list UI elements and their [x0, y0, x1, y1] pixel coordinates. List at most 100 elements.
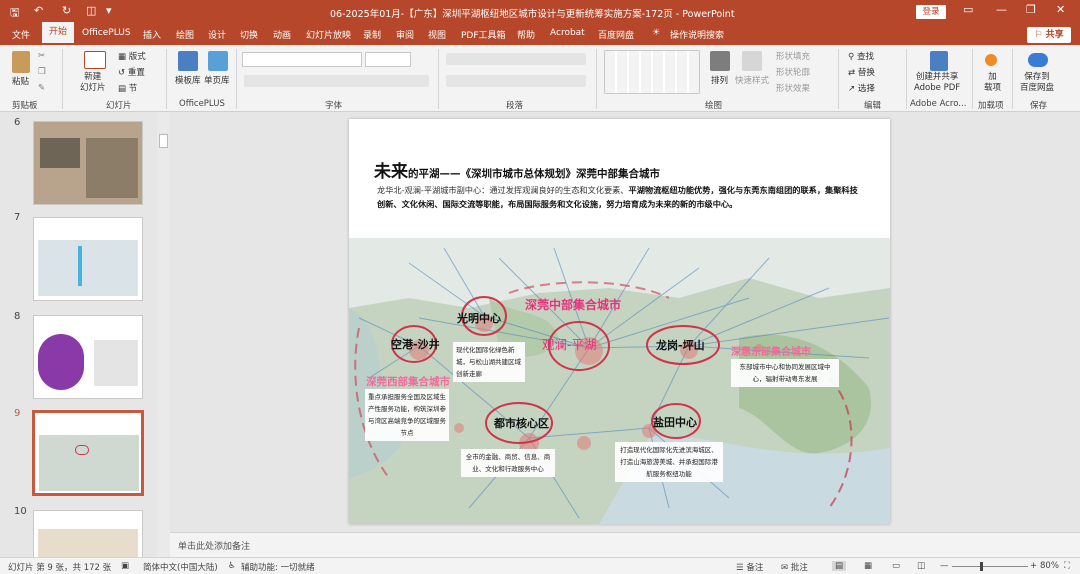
- zoom-in-icon[interactable]: +: [1030, 561, 1037, 571]
- west-cluster-desc[interactable]: 重点承担服务全国及区域生产性服务功能，构筑深圳参与湾区高端竞争的区域服务节点: [365, 389, 449, 441]
- notes-pane[interactable]: 单击此处添加备注: [170, 532, 1080, 557]
- konggang-shajing-label[interactable]: 空港-沙井: [391, 336, 440, 352]
- ribbon-display-icon[interactable]: ▭: [963, 3, 973, 16]
- thumbnail-slide-6[interactable]: [33, 121, 143, 205]
- shape-fill-button[interactable]: 形状填充: [776, 50, 810, 62]
- quick-style-button[interactable]: 快速样式: [735, 74, 769, 86]
- tab-transitions[interactable]: 切换: [240, 28, 258, 41]
- tab-review[interactable]: 审阅: [396, 28, 414, 41]
- quick-style-icon[interactable]: [742, 51, 762, 71]
- font-size-combo[interactable]: [365, 52, 411, 67]
- reset-button[interactable]: ↺ 重置: [118, 66, 145, 78]
- dushi-core-desc[interactable]: 全市的金融、商贸、信息、商业、文化和行政服务中心: [461, 449, 555, 477]
- dushi-core-label[interactable]: 都市核心区: [494, 415, 549, 431]
- longgang-pingshan-label[interactable]: 龙岗-坪山: [656, 337, 705, 353]
- reading-view-icon[interactable]: ▭: [892, 561, 900, 571]
- slide-title[interactable]: 未来的平湖——《深圳市城市总体规划》深莞中部集合城市: [374, 157, 660, 182]
- notes-placeholder[interactable]: 单击此处添加备注: [178, 539, 250, 552]
- close-icon[interactable]: ✕: [1056, 3, 1065, 16]
- zoom-level[interactable]: 80%: [1040, 561, 1059, 571]
- thumbnail-slide-8[interactable]: [33, 315, 143, 399]
- slide-sorter-icon[interactable]: ▦: [864, 561, 872, 571]
- slideshow-icon[interactable]: ◫: [917, 561, 925, 571]
- new-slide-button[interactable]: 新建 幻灯片: [80, 72, 106, 94]
- tab-baidu[interactable]: 百度网盘: [598, 28, 634, 41]
- yantian-desc[interactable]: 打造现代化国际化先进滨海城区、打造山海旅游美城、并承担国际港航服务枢纽功能: [615, 442, 723, 482]
- font-format-buttons[interactable]: [244, 75, 429, 87]
- planning-map[interactable]: 深莞中部集合城市 观澜-平湖 光明中心 现代化国际化绿色新城，与松山湖共建区域创…: [349, 238, 890, 524]
- zoom-slider-thumb[interactable]: [980, 562, 983, 571]
- thumbnail-scrollbar[interactable]: [157, 112, 170, 557]
- list-buttons[interactable]: [446, 53, 586, 65]
- tab-design[interactable]: 设计: [208, 28, 226, 41]
- tab-insert[interactable]: 插入: [143, 28, 161, 41]
- align-buttons[interactable]: [446, 75, 586, 87]
- font-name-combo[interactable]: [242, 52, 362, 67]
- create-pdf-icon[interactable]: [930, 51, 948, 71]
- paste-button[interactable]: 粘贴: [12, 75, 29, 87]
- single-page-button[interactable]: 单页库: [204, 74, 230, 86]
- single-page-icon[interactable]: [208, 51, 228, 71]
- comments-button[interactable]: ✉ 批注: [781, 561, 808, 573]
- customize-qat-icon[interactable]: ▾: [106, 4, 112, 17]
- add-ins-button[interactable]: 加 载项: [984, 72, 1001, 94]
- replace-button[interactable]: ⇄ 替换: [848, 66, 875, 78]
- save-to-baidu-button[interactable]: 保存到 百度网盘: [1020, 72, 1054, 94]
- baidu-cloud-icon[interactable]: [1028, 53, 1048, 67]
- tab-slideshow[interactable]: 幻灯片放映: [306, 28, 351, 41]
- template-library-button[interactable]: 模板库: [175, 74, 201, 86]
- find-button[interactable]: ⚲ 查找: [848, 50, 874, 62]
- arrange-button[interactable]: 排列: [711, 74, 728, 86]
- tab-acrobat[interactable]: Acrobat: [550, 28, 585, 38]
- new-slide-icon[interactable]: [84, 51, 106, 69]
- zoom-out-icon[interactable]: —: [940, 561, 949, 571]
- tab-record[interactable]: 录制: [363, 28, 381, 41]
- notes-button[interactable]: ☰ 备注: [736, 561, 763, 573]
- section-button[interactable]: ▤ 节: [118, 82, 137, 94]
- tab-draw[interactable]: 绘图: [176, 28, 194, 41]
- scroll-thumb[interactable]: [159, 134, 168, 148]
- cut-icon[interactable]: ✂: [38, 51, 45, 61]
- redo-icon[interactable]: ↻: [62, 4, 71, 17]
- tab-pdf-toolbox[interactable]: PDF工具箱: [461, 28, 506, 41]
- yantian-label[interactable]: 盐田中心: [653, 414, 697, 430]
- create-pdf-button[interactable]: 创建并共享 Adobe PDF: [914, 72, 960, 94]
- shape-outline-button[interactable]: 形状轮廓: [776, 66, 810, 78]
- tab-home[interactable]: 开始: [42, 22, 74, 43]
- accessibility-status[interactable]: 辅助功能: 一切就绪: [241, 561, 315, 573]
- guangming-label[interactable]: 光明中心: [457, 310, 501, 326]
- guangming-desc[interactable]: 现代化国际化绿色新城，与松山湖共建区域创新走廊: [453, 342, 525, 382]
- slide-body-text[interactable]: 龙华北-观澜-平湖城市副中心：通过发挥观澜良好的生态和文化要素、平湖物流枢纽功能…: [377, 183, 863, 211]
- login-button[interactable]: 登录: [916, 5, 946, 19]
- thumbnail-slide-10[interactable]: [33, 510, 143, 560]
- fit-to-window-icon[interactable]: ⛶: [1064, 561, 1070, 571]
- language-status[interactable]: 简体中文(中国大陆): [143, 561, 218, 573]
- slide-canvas[interactable]: 未来的平湖——《深圳市城市总体规划》深莞中部集合城市 龙华北-观澜-平湖城市副中…: [349, 119, 890, 524]
- east-cluster-title[interactable]: 深惠东部集合城市: [731, 343, 811, 358]
- add-ins-icon[interactable]: [985, 54, 997, 66]
- east-cluster-desc[interactable]: 东部城市中心和协同发展区域中心，辐射带动粤东发展: [731, 359, 839, 387]
- tab-file[interactable]: 文件: [12, 28, 30, 41]
- template-library-icon[interactable]: [178, 51, 198, 71]
- share-button[interactable]: ⚐ 共享: [1027, 27, 1071, 43]
- tell-me-search[interactable]: 操作说明搜索: [670, 28, 724, 41]
- normal-view-icon[interactable]: ▤: [832, 561, 847, 571]
- layout-button[interactable]: ▦ 版式: [118, 50, 146, 62]
- present-icon[interactable]: ◫: [86, 4, 96, 17]
- tab-officeplus[interactable]: OfficePLUS: [82, 28, 131, 38]
- select-button[interactable]: ↗ 选择: [848, 82, 875, 94]
- zoom-slider[interactable]: [952, 562, 1028, 571]
- paste-icon[interactable]: [12, 51, 30, 73]
- guanlan-pinghu-label[interactable]: 观澜-平湖: [542, 334, 597, 353]
- thumbnail-slide-9[interactable]: [32, 410, 144, 496]
- thumbnail-slide-7[interactable]: [33, 217, 143, 301]
- tab-animations[interactable]: 动画: [273, 28, 291, 41]
- shapes-gallery[interactable]: [604, 50, 700, 94]
- spellcheck-icon[interactable]: ▣: [121, 561, 129, 571]
- tab-view[interactable]: 视图: [428, 28, 446, 41]
- tab-help[interactable]: 帮助: [517, 28, 535, 41]
- copy-icon[interactable]: ❐: [38, 67, 46, 77]
- shape-effect-button[interactable]: 形状效果: [776, 82, 810, 94]
- minimize-icon[interactable]: —: [996, 3, 1007, 16]
- west-cluster-title[interactable]: 深莞西部集合城市: [366, 374, 450, 389]
